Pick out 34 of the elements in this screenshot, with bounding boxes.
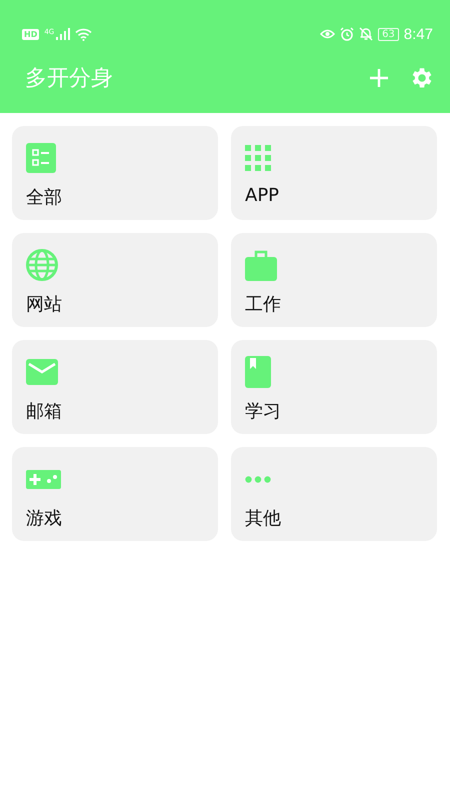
category-card[interactable]: 全部 [12, 126, 218, 220]
category-label: 全部 [26, 186, 63, 209]
gamepad-icon [26, 470, 61, 488]
category-card[interactable]: APP [231, 126, 437, 220]
wifi-icon [75, 28, 92, 40]
category-label: 网站 [26, 293, 63, 316]
list-icon [26, 143, 56, 173]
clock-time: 8:47 [404, 26, 433, 42]
category-label: 学习 [245, 400, 282, 423]
battery-level: 63 [378, 28, 399, 40]
more-icon [245, 476, 271, 482]
category-card[interactable]: 学习 [231, 340, 437, 434]
category-label: APP [245, 185, 280, 206]
alarm-icon [340, 27, 354, 41]
signal-icon [56, 28, 70, 40]
category-label: 其他 [245, 507, 282, 530]
category-card[interactable]: 游戏 [12, 447, 218, 541]
category-label: 邮箱 [26, 400, 63, 423]
category-label: 游戏 [26, 507, 63, 530]
bell-muted-icon [359, 27, 374, 41]
globe-icon [26, 249, 58, 281]
category-card[interactable]: 工作 [231, 233, 437, 327]
eye-icon [320, 29, 336, 39]
mail-icon [26, 359, 58, 385]
add-icon[interactable] [369, 68, 389, 88]
briefcase-icon [245, 250, 277, 280]
category-label: 工作 [245, 293, 282, 316]
book-icon [245, 356, 271, 388]
category-card[interactable]: 其他 [231, 447, 437, 541]
grid-icon [245, 145, 271, 171]
category-card[interactable]: 邮箱 [12, 340, 218, 434]
category-card[interactable]: 网站 [12, 233, 218, 327]
app-title: 多开分身 [25, 65, 113, 93]
hd-badge: HD [22, 28, 40, 40]
